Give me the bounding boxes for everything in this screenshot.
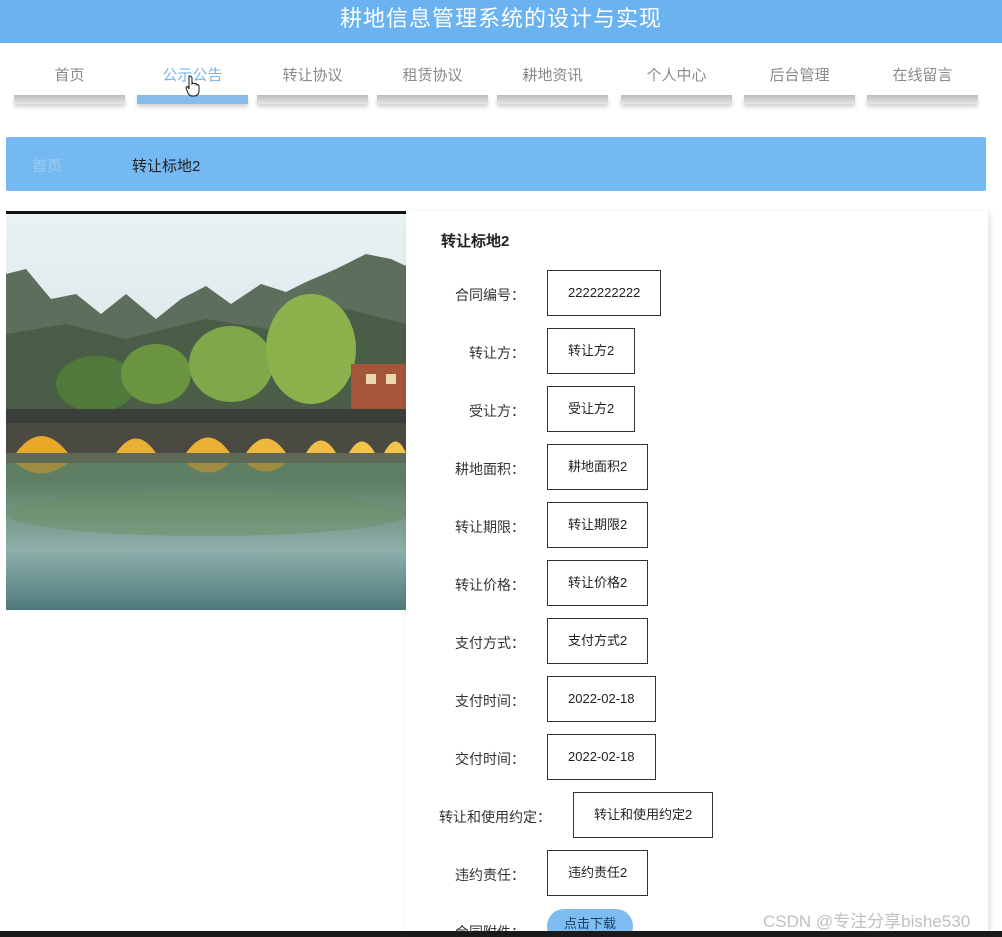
field-row-transferee: 受让方： 受让方2 [406,386,988,432]
field-value: 转让方2 [547,328,636,374]
field-value: 转让价格2 [547,560,649,606]
header-bar: 耕地信息管理系统的设计与实现 [0,0,1002,43]
detail-panel: 转让标地2 合同编号： 2222222222 转让方： 转让方2 受让方： 受让… [406,211,988,937]
field-label: 交付时间： [455,751,525,767]
nav-item-label: 在线留言 [892,67,953,84]
nav-item-admin[interactable]: 后台管理 [744,65,855,105]
field-value: 转让和使用约定2 [573,792,714,838]
nav-item-underline [497,95,608,104]
nav-item-home[interactable]: 首页 [14,65,125,105]
breadcrumb-home-link[interactable]: 首页 [32,155,62,176]
field-row-land-area: 耕地面积： 耕地面积2 [406,444,988,490]
nav-item-message[interactable]: 在线留言 [867,65,978,105]
field-value: 受让方2 [547,386,636,432]
field-label: 合同编号： [455,287,525,303]
watermark: CSDN @专注分享bishe530 [763,912,971,931]
field-value: 2222222222 [547,270,662,316]
field-label: 支付时间： [455,693,525,709]
breadcrumb: 首页 转让标地2 [6,137,986,191]
landscape-image [6,214,406,610]
field-value: 违约责任2 [547,850,649,896]
nav-item-label: 个人中心 [646,67,707,84]
field-row-transferor: 转让方： 转让方2 [406,328,988,374]
field-label: 转让方： [469,345,525,361]
nav-item-personal-center[interactable]: 个人中心 [621,65,732,105]
detail-title: 转让标地2 [441,233,510,250]
field-label: 转让期限： [455,519,525,535]
field-row-delivery-time: 交付时间： 2022-02-18 [406,734,988,780]
field-label: 支付方式： [455,635,525,651]
nav-item-underline [377,95,488,104]
field-row-contract-no: 合同编号： 2222222222 [406,270,988,316]
nav-item-underline [257,95,368,104]
main-nav: 首页 公示公告 转让协议 租赁协议 耕地资讯 个人中心 后台管理 在线留言 [0,43,1002,123]
hand-cursor-icon [185,75,200,97]
bottom-edge [0,931,1002,937]
field-value: 转让期限2 [547,502,649,548]
nav-item-lease-agreement[interactable]: 租赁协议 [377,65,488,105]
field-value: 耕地面积2 [547,444,649,490]
nav-item-underline [14,95,125,104]
field-label: 违约责任： [455,867,525,883]
nav-item-label: 后台管理 [769,67,830,84]
field-value: 2022-02-18 [547,734,656,780]
field-value: 支付方式2 [547,618,649,664]
page-title: 耕地信息管理系统的设计与实现 [339,6,662,31]
nav-item-underline [867,95,978,104]
field-label: 耕地面积： [455,461,525,477]
field-row-liability: 违约责任： 违约责任2 [406,850,988,896]
field-label: 受让方： [469,403,525,419]
nav-item-label: 转让协议 [282,67,343,84]
field-label: 转让价格： [455,577,525,593]
field-row-payment-method: 支付方式： 支付方式2 [406,618,988,664]
field-value: 2022-02-18 [547,676,656,722]
nav-item-label: 首页 [54,67,85,84]
field-row-payment-time: 支付时间： 2022-02-18 [406,676,988,722]
field-row-usage-agreement: 转让和使用约定： 转让和使用约定2 [406,792,988,838]
field-label: 转让和使用约定： [439,809,551,825]
nav-item-underline [744,95,855,104]
nav-item-underline [621,95,732,104]
nav-item-transfer-agreement[interactable]: 转让协议 [257,65,368,105]
nav-item-label: 耕地资讯 [522,67,583,84]
land-photo [6,211,406,610]
breadcrumb-current: 转让标地2 [132,158,201,175]
field-row-transfer-term: 转让期限： 转让期限2 [406,502,988,548]
nav-item-label: 租赁协议 [402,67,463,84]
field-row-transfer-price: 转让价格： 转让价格2 [406,560,988,606]
nav-item-land-news[interactable]: 耕地资讯 [497,65,608,105]
